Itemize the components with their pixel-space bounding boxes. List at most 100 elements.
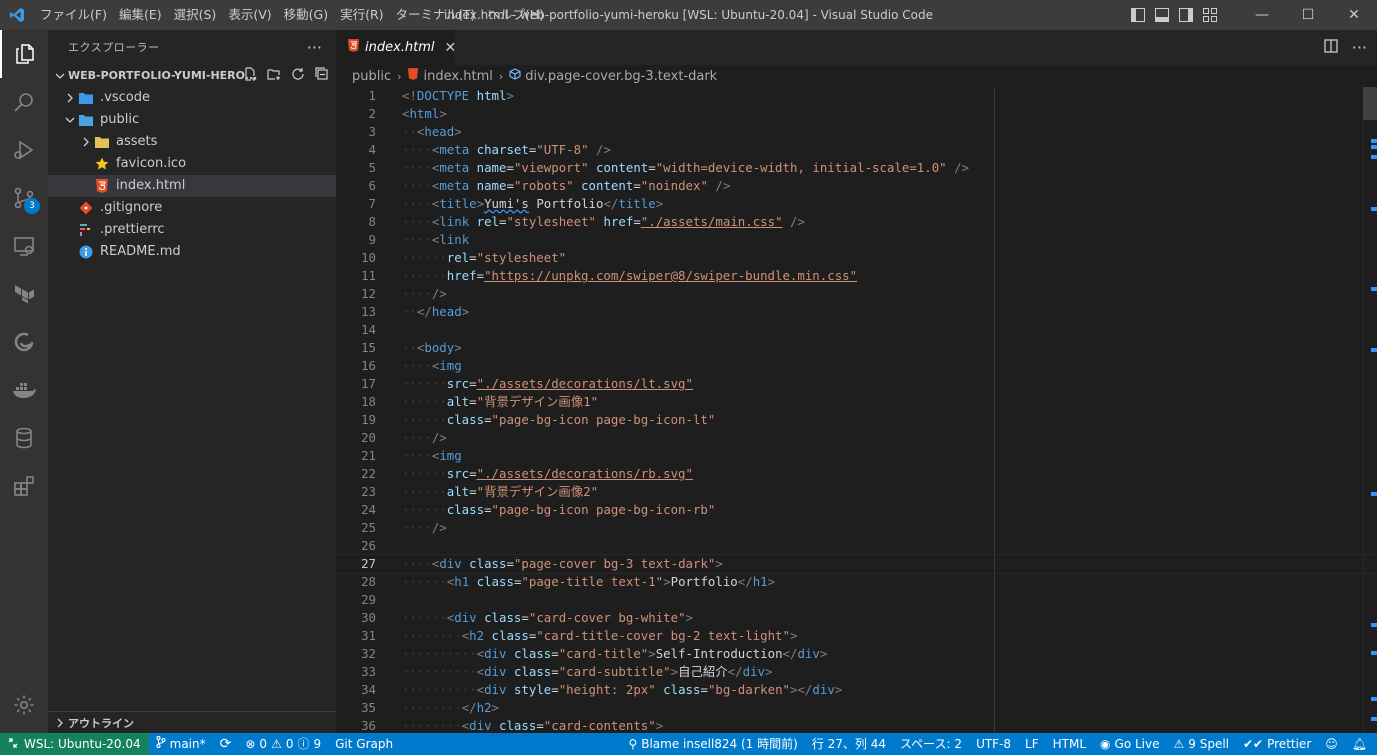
search-icon[interactable] bbox=[0, 78, 48, 126]
code-line[interactable]: 26 bbox=[336, 537, 1377, 555]
edge-devtools-icon[interactable] bbox=[0, 318, 48, 366]
database-icon[interactable] bbox=[0, 414, 48, 462]
code-line[interactable]: 6 ····<meta name="robots" content="noinde… bbox=[336, 177, 1377, 195]
docker-icon[interactable] bbox=[0, 366, 48, 414]
tree-item-gitignore[interactable]: .gitignore bbox=[48, 197, 336, 219]
tree-item-assets[interactable]: assets bbox=[48, 131, 336, 153]
tab-index-html[interactable]: index.html ✕ bbox=[336, 30, 457, 65]
code-line[interactable]: 18 ······alt="背景デザイン画像1" bbox=[336, 393, 1377, 411]
remote-explorer-icon[interactable] bbox=[0, 222, 48, 270]
toggle-sidebar-icon[interactable] bbox=[1131, 8, 1145, 22]
settings-gear-icon[interactable] bbox=[0, 681, 48, 729]
tree-item-public[interactable]: public bbox=[48, 109, 336, 131]
code-line[interactable]: 15 ··<body> bbox=[336, 339, 1377, 357]
spell-status[interactable]: ⚠ 9 Spell bbox=[1167, 733, 1237, 755]
collapse-all-icon[interactable] bbox=[314, 66, 330, 82]
customize-layout-icon[interactable] bbox=[1203, 8, 1217, 22]
more-actions-icon[interactable]: ··· bbox=[1352, 38, 1367, 57]
menu-terminal[interactable]: ターミナル(T) bbox=[390, 0, 482, 30]
code-line[interactable]: 24 ······class="page-bg-icon page-bg-icon… bbox=[336, 501, 1377, 519]
code-line[interactable]: 30 ······<div class="card-cover bg-white"… bbox=[336, 609, 1377, 627]
code-line[interactable]: 3 ··<head> bbox=[336, 123, 1377, 141]
menu-selection[interactable]: 選択(S) bbox=[168, 0, 223, 30]
code-line[interactable]: 13 ··</head> bbox=[336, 303, 1377, 321]
code-line[interactable]: 11 ······href="https://unpkg.com/swiper@8… bbox=[336, 267, 1377, 285]
source-control-icon[interactable]: 3 bbox=[0, 174, 48, 222]
prettier-status[interactable]: ✔✔ Prettier bbox=[1236, 733, 1318, 755]
language-mode[interactable]: HTML bbox=[1046, 733, 1093, 755]
explorer-icon[interactable] bbox=[0, 30, 48, 78]
cursor-position[interactable]: 行 27、列 44 bbox=[805, 733, 893, 755]
encoding-status[interactable]: UTF-8 bbox=[969, 733, 1018, 755]
menu-help[interactable]: ヘルプ(H) bbox=[481, 0, 550, 30]
branch-status[interactable]: main* bbox=[149, 733, 213, 755]
toggle-panel-icon[interactable] bbox=[1155, 8, 1169, 22]
code-line[interactable]: 34 ··········<div style="height: 2px" cla… bbox=[336, 681, 1377, 699]
code-line[interactable]: 16 ····<img bbox=[336, 357, 1377, 375]
code-line[interactable]: 14 bbox=[336, 321, 1377, 339]
code-line[interactable]: 20 ····/> bbox=[336, 429, 1377, 447]
code-line[interactable]: 5 ····<meta name="viewport" content="widt… bbox=[336, 159, 1377, 177]
code-line[interactable]: 23 ······alt="背景デザイン画像2" bbox=[336, 483, 1377, 501]
notifications-icon[interactable]: 🔔︎ bbox=[1345, 733, 1377, 755]
code-line[interactable]: 17 ······src="./assets/decorations/lt.svg… bbox=[336, 375, 1377, 393]
git-graph-button[interactable]: Git Graph bbox=[328, 733, 400, 755]
maximize-button[interactable]: ☐ bbox=[1285, 0, 1331, 30]
code-line[interactable]: 2 <html> bbox=[336, 105, 1377, 123]
refresh-icon[interactable] bbox=[290, 66, 306, 82]
code-line[interactable]: 7 ····<title>Yumi's Portfolio</title> bbox=[336, 195, 1377, 213]
new-file-icon[interactable] bbox=[242, 66, 258, 82]
more-actions-icon[interactable]: ··· bbox=[307, 30, 322, 65]
problems-status[interactable]: ⊗ 0 ⚠ 0 ⓘ 9 bbox=[238, 733, 328, 755]
remote-indicator[interactable]: WSL: Ubuntu-20.04 bbox=[0, 733, 149, 755]
breadcrumb-item[interactable]: div.page-cover.bg-3.text-dark bbox=[525, 69, 717, 84]
close-icon[interactable]: ✕ bbox=[445, 40, 457, 56]
outline-section[interactable]: アウトライン bbox=[48, 711, 336, 733]
breadcrumb-item[interactable]: index.html bbox=[424, 69, 493, 84]
menu-go[interactable]: 移動(G) bbox=[278, 0, 334, 30]
run-debug-icon[interactable] bbox=[0, 126, 48, 174]
new-folder-icon[interactable] bbox=[266, 66, 282, 82]
code-line[interactable]: 25 ····/> bbox=[336, 519, 1377, 537]
split-editor-icon[interactable] bbox=[1324, 38, 1338, 57]
toggle-secondary-sidebar-icon[interactable] bbox=[1179, 8, 1193, 22]
code-line[interactable]: 19 ······class="page-bg-icon page-bg-icon… bbox=[336, 411, 1377, 429]
tree-item-index-html[interactable]: index.html bbox=[48, 175, 336, 197]
code-line[interactable]: 28 ······<h1 class="page-title text-1">Po… bbox=[336, 573, 1377, 591]
code-editor[interactable]: 1 <!DOCTYPE html> 2 <html> 3 ··<head> 4 ····<me… bbox=[336, 87, 1377, 733]
sync-icon[interactable]: ⟳ bbox=[213, 733, 239, 755]
code-line[interactable]: 35 ········</h2> bbox=[336, 699, 1377, 717]
terraform-icon[interactable] bbox=[0, 270, 48, 318]
blame-status[interactable]: ⚲ Blame insell824 (1 時間前) bbox=[621, 733, 804, 755]
code-line[interactable]: 21 ····<img bbox=[336, 447, 1377, 465]
code-line[interactable]: 10 ······rel="stylesheet" bbox=[336, 249, 1377, 267]
tree-item-readme[interactable]: README.md bbox=[48, 241, 336, 263]
code-line[interactable]: 12 ····/> bbox=[336, 285, 1377, 303]
indentation-status[interactable]: スペース: 2 bbox=[893, 733, 969, 755]
code-line[interactable]: 36 ········<div class="card-contents"> bbox=[336, 717, 1377, 733]
tree-item-favicon[interactable]: favicon.ico bbox=[48, 153, 336, 175]
menu-run[interactable]: 実行(R) bbox=[334, 0, 389, 30]
code-line[interactable]: 9 ····<link bbox=[336, 231, 1377, 249]
breadcrumb-item[interactable]: public bbox=[352, 69, 391, 84]
code-line[interactable]: 32 ··········<div class="card-title">Self… bbox=[336, 645, 1377, 663]
code-line[interactable]: 1 <!DOCTYPE html> bbox=[336, 87, 1377, 105]
menu-view[interactable]: 表示(V) bbox=[222, 0, 277, 30]
code-line[interactable]: 27 ····<div class="page-cover bg-3 text-d… bbox=[336, 554, 1377, 574]
menu-file[interactable]: ファイル(F) bbox=[34, 0, 113, 30]
close-button[interactable]: ✕ bbox=[1331, 0, 1377, 30]
code-line[interactable]: 29 bbox=[336, 591, 1377, 609]
code-line[interactable]: 31 ········<h2 class="card-title-cover bg… bbox=[336, 627, 1377, 645]
code-line[interactable]: 22 ······src="./assets/decorations/rb.svg… bbox=[336, 465, 1377, 483]
code-line[interactable]: 4 ····<meta charset="UTF-8" /> bbox=[336, 141, 1377, 159]
minimize-button[interactable]: — bbox=[1239, 0, 1285, 30]
eol-status[interactable]: LF bbox=[1018, 733, 1046, 755]
code-line[interactable]: 8 ····<link rel="stylesheet" href="./asse… bbox=[336, 213, 1377, 231]
feedback-icon[interactable]: ☺ bbox=[1318, 733, 1345, 755]
code-line[interactable]: 33 ··········<div class="card-subtitle">自… bbox=[336, 663, 1377, 681]
menu-edit[interactable]: 編集(E) bbox=[113, 0, 168, 30]
go-live-button[interactable]: ◉ Go Live bbox=[1093, 733, 1166, 755]
extensions-icon[interactable] bbox=[0, 462, 48, 510]
tree-item-vscode[interactable]: .vscode bbox=[48, 87, 336, 109]
tree-item-prettierrc[interactable]: .prettierrc bbox=[48, 219, 336, 241]
